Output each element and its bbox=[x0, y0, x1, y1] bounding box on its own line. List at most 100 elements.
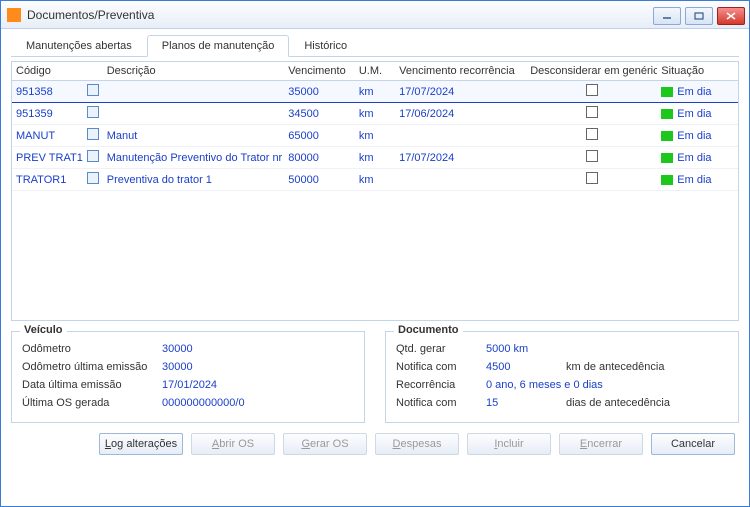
cell-recorrencia: 17/07/2024 bbox=[395, 81, 526, 103]
cell-doc-icon[interactable] bbox=[83, 81, 103, 103]
cell-descricao: Manut bbox=[103, 125, 285, 147]
log-alteracoes-button[interactable]: Log alterações bbox=[99, 433, 183, 455]
panel-veiculo-legend: Veículo bbox=[20, 324, 67, 336]
data-ult-emissao-value: 17/01/2024 bbox=[162, 379, 217, 391]
cell-situacao: Em dia bbox=[657, 125, 738, 147]
cell-desconsiderar[interactable] bbox=[526, 81, 657, 103]
cell-situacao: Em dia bbox=[657, 81, 738, 103]
notifica-km-value: 4500 bbox=[486, 361, 536, 373]
notifica-km-label: Notifica com bbox=[396, 361, 486, 373]
qtd-gerar-value: 5000 km bbox=[486, 343, 528, 355]
checkbox-icon[interactable] bbox=[586, 172, 598, 184]
col-desconsiderar[interactable]: Desconsiderar em genérico bbox=[526, 62, 657, 81]
app-icon bbox=[7, 8, 21, 22]
despesas-button[interactable]: Despesas bbox=[375, 433, 459, 455]
abrir-os-button[interactable]: Abrir OS bbox=[191, 433, 275, 455]
recorrencia-value: 0 ano, 6 meses e 0 dias bbox=[486, 379, 603, 391]
status-indicator-icon bbox=[661, 109, 673, 119]
ultima-os-value: 000000000000/0 bbox=[162, 397, 245, 409]
table-row[interactable]: 95135835000km17/07/2024Em dia bbox=[12, 81, 738, 103]
gerar-os-button[interactable]: Gerar OS bbox=[283, 433, 367, 455]
table-header-row: Código Descrição Vencimento U.M. Vencime… bbox=[12, 62, 738, 81]
checkbox-icon[interactable] bbox=[586, 150, 598, 162]
document-icon bbox=[87, 106, 99, 118]
col-venc-recorrencia[interactable]: Vencimento recorrência bbox=[395, 62, 526, 81]
qtd-gerar-label: Qtd. gerar bbox=[396, 343, 486, 355]
maximize-icon bbox=[694, 12, 704, 20]
checkbox-icon[interactable] bbox=[586, 128, 598, 140]
table-row[interactable]: TRATOR1Preventiva do trator 150000kmEm d… bbox=[12, 169, 738, 191]
tabs: Manutenções abertas Planos de manutenção… bbox=[11, 35, 739, 57]
minimize-icon bbox=[662, 12, 672, 20]
odometro-ult-emissao-value: 30000 bbox=[162, 361, 193, 373]
tab-planos-manutencao[interactable]: Planos de manutenção bbox=[147, 35, 290, 57]
status-indicator-icon bbox=[661, 87, 673, 97]
recorrencia-label: Recorrência bbox=[396, 379, 486, 391]
cell-codigo: PREV TRAT1 bbox=[12, 147, 83, 169]
cell-desconsiderar[interactable] bbox=[526, 103, 657, 125]
panel-documento-legend: Documento bbox=[394, 324, 463, 336]
cell-vencimento: 80000 bbox=[284, 147, 355, 169]
cell-desconsiderar[interactable] bbox=[526, 125, 657, 147]
document-icon bbox=[87, 172, 99, 184]
panel-documento: Documento Qtd. gerar 5000 km Notifica co… bbox=[385, 331, 739, 423]
cell-codigo: MANUT bbox=[12, 125, 83, 147]
cell-um: km bbox=[355, 169, 395, 191]
cell-doc-icon[interactable] bbox=[83, 147, 103, 169]
status-indicator-icon bbox=[661, 153, 673, 163]
window-title: Documentos/Preventiva bbox=[27, 8, 154, 22]
close-icon bbox=[726, 12, 736, 20]
notifica-dias-value: 15 bbox=[486, 397, 536, 409]
ultima-os-label: Última OS gerada bbox=[22, 397, 162, 409]
cell-situacao: Em dia bbox=[657, 169, 738, 191]
titlebar: Documentos/Preventiva bbox=[1, 1, 749, 29]
checkbox-icon[interactable] bbox=[586, 84, 598, 96]
tab-manutencoes-abertas[interactable]: Manutenções abertas bbox=[11, 35, 147, 56]
encerrar-button[interactable]: Encerrar bbox=[559, 433, 643, 455]
incluir-button[interactable]: Incluir bbox=[467, 433, 551, 455]
col-um[interactable]: U.M. bbox=[355, 62, 395, 81]
cell-situacao: Em dia bbox=[657, 103, 738, 125]
cell-doc-icon[interactable] bbox=[83, 103, 103, 125]
cell-situacao: Em dia bbox=[657, 147, 738, 169]
cell-um: km bbox=[355, 125, 395, 147]
footer: Log alterações Abrir OS Gerar OS Despesa… bbox=[11, 423, 739, 459]
odometro-ult-emissao-label: Odômetro última emissão bbox=[22, 361, 162, 373]
table-row[interactable]: PREV TRAT1 Manutenção Preventivo do Trato… bbox=[12, 147, 738, 169]
col-descricao[interactable]: Descrição bbox=[103, 62, 285, 81]
odometro-value: 30000 bbox=[162, 343, 193, 355]
checkbox-icon[interactable] bbox=[586, 106, 598, 118]
status-indicator-icon bbox=[661, 175, 673, 185]
cancelar-button[interactable]: Cancelar bbox=[651, 433, 735, 455]
cell-recorrencia bbox=[395, 169, 526, 191]
cell-doc-icon[interactable] bbox=[83, 169, 103, 191]
table-row[interactable]: MANUT Manut65000km Em dia bbox=[12, 125, 738, 147]
maximize-button[interactable] bbox=[685, 7, 713, 25]
cell-recorrencia bbox=[395, 125, 526, 147]
cell-um: km bbox=[355, 81, 395, 103]
table-row[interactable]: 95135934500km17/06/2024Em dia bbox=[12, 103, 738, 125]
cell-vencimento: 50000 bbox=[284, 169, 355, 191]
cell-vencimento: 35000 bbox=[284, 81, 355, 103]
document-icon bbox=[87, 150, 99, 162]
notifica-dias-label: Notifica com bbox=[396, 397, 486, 409]
document-icon bbox=[87, 128, 99, 140]
status-indicator-icon bbox=[661, 131, 673, 141]
col-situacao[interactable]: Situação bbox=[657, 62, 738, 81]
cell-codigo: 951359 bbox=[12, 103, 83, 125]
document-icon bbox=[87, 84, 99, 96]
cell-recorrencia: 17/06/2024 bbox=[395, 103, 526, 125]
cell-desconsiderar[interactable] bbox=[526, 147, 657, 169]
col-codigo[interactable]: Código bbox=[12, 62, 83, 81]
cell-desconsiderar[interactable] bbox=[526, 169, 657, 191]
cell-descricao: Preventiva do trator 1 bbox=[103, 169, 285, 191]
close-button[interactable] bbox=[717, 7, 745, 25]
cell-descricao: Manutenção Preventivo do Trator nr 1 bbox=[103, 147, 285, 169]
cell-vencimento: 65000 bbox=[284, 125, 355, 147]
cell-doc-icon[interactable] bbox=[83, 125, 103, 147]
col-vencimento[interactable]: Vencimento bbox=[284, 62, 355, 81]
tab-historico[interactable]: Histórico bbox=[289, 35, 362, 56]
minimize-button[interactable] bbox=[653, 7, 681, 25]
grid[interactable]: Código Descrição Vencimento U.M. Vencime… bbox=[11, 61, 739, 321]
cell-descricao bbox=[103, 81, 285, 103]
